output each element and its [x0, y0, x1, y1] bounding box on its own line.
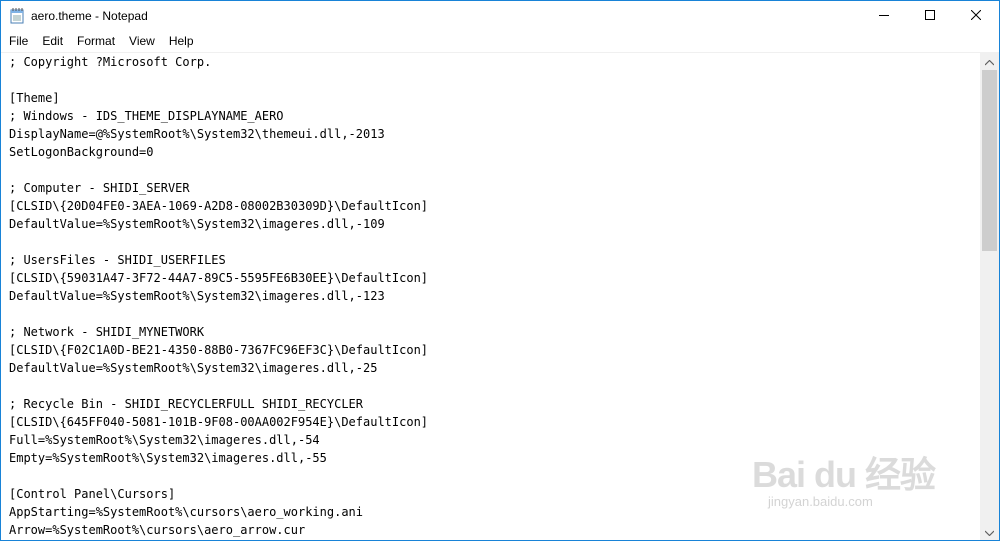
notepad-icon[interactable] [10, 8, 24, 24]
text-line: ; Computer - SHIDI_SERVER [9, 181, 190, 195]
window-title: aero.theme - Notepad [31, 9, 148, 23]
text-line [1, 467, 980, 485]
vertical-scrollbar[interactable] [980, 53, 999, 540]
text-line: ; UsersFiles - SHIDI_USERFILES [9, 253, 226, 267]
text-line: DefaultValue=%SystemRoot%\System32\image… [9, 289, 385, 303]
scrollbar-thumb[interactable] [982, 70, 997, 251]
menu-format[interactable]: Format [70, 31, 122, 51]
scroll-up-arrow-icon [984, 53, 995, 71]
close-icon [970, 7, 982, 25]
text-line: Empty=%SystemRoot%\System32\imageres.dll… [9, 451, 327, 465]
text-line: ; Network - SHIDI_MYNETWORK [9, 325, 205, 339]
notepad-window: aero.theme - Notepad File Edit Format Vi… [0, 0, 1000, 541]
close-button[interactable] [953, 1, 999, 31]
minimize-icon [879, 7, 889, 25]
menu-edit[interactable]: Edit [35, 31, 70, 51]
text-line: ; Copyright ?Microsoft Corp. [9, 55, 212, 69]
text-line: [CLSID\{F02C1A0D-BE21-4350-88B0-7367FC96… [9, 343, 429, 357]
text-line: AppStarting=%SystemRoot%\cursors\aero_wo… [9, 505, 364, 519]
text-line: [CLSID\{59031A47-3F72-44A7-89C5-5595FE6B… [9, 271, 429, 285]
menu-bar: File Edit Format View Help [1, 31, 999, 51]
text-line [1, 377, 980, 395]
text-line: DisplayName=@%SystemRoot%\System32\theme… [9, 127, 385, 141]
maximize-icon [925, 7, 935, 25]
text-line: ; Windows - IDS_THEME_DISPLAYNAME_AERO [9, 109, 284, 123]
text-line: ; Recycle Bin - SHIDI_RECYCLERFULL SHIDI… [9, 397, 364, 411]
text-line: [Control Panel\Cursors] [9, 487, 176, 501]
text-line: DefaultValue=%SystemRoot%\System32\image… [9, 361, 378, 375]
text-line: [CLSID\{645FF040-5081-101B-9F08-00AA002F… [9, 415, 429, 429]
text-line [1, 161, 980, 179]
text-line: [Theme] [9, 91, 60, 105]
minimize-button[interactable] [861, 1, 907, 31]
text-line: [CLSID\{20D04FE0-3AEA-1069-A2D8-08002B30… [9, 199, 429, 213]
scroll-up-button[interactable] [980, 53, 999, 70]
text-line: DefaultValue=%SystemRoot%\System32\image… [9, 217, 385, 231]
menu-file[interactable]: File [1, 31, 35, 51]
text-editor[interactable]: ; Copyright ?Microsoft Corp. [Theme] ; W… [1, 53, 980, 540]
maximize-button[interactable] [907, 1, 953, 31]
menu-view[interactable]: View [122, 31, 162, 51]
text-line [1, 71, 980, 89]
text-line: Arrow=%SystemRoot%\cursors\aero_arrow.cu… [9, 523, 306, 537]
text-line: Full=%SystemRoot%\System32\imageres.dll,… [9, 433, 320, 447]
text-line [1, 305, 980, 323]
text-line [1, 233, 980, 251]
title-bar[interactable]: aero.theme - Notepad [1, 1, 999, 31]
text-line: SetLogonBackground=0 [9, 145, 154, 159]
menu-help[interactable]: Help [162, 31, 201, 51]
scroll-down-arrow-icon [984, 523, 995, 541]
scroll-down-button[interactable] [980, 523, 999, 540]
